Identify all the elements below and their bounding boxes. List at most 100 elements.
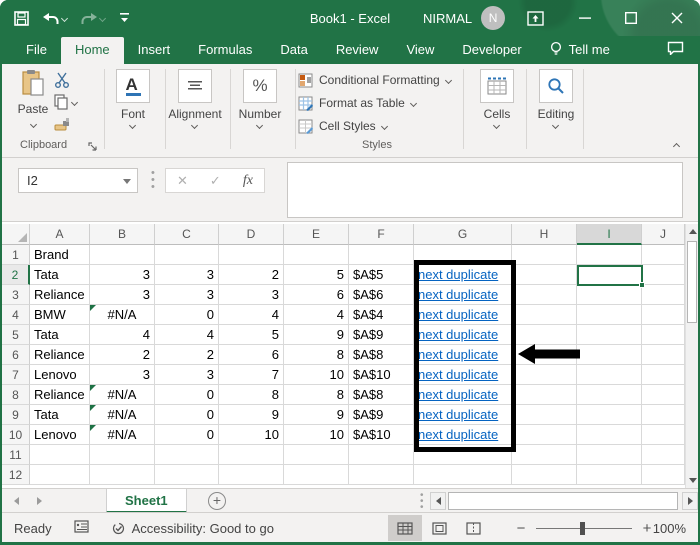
macro-record-icon[interactable] [74, 520, 89, 536]
cell-C6[interactable]: 2 [155, 345, 219, 365]
cells-button[interactable] [480, 69, 514, 103]
cell-J6[interactable] [642, 345, 685, 365]
cell-I7[interactable] [577, 365, 642, 385]
row-header-10[interactable]: 10 [2, 425, 30, 445]
scroll-up-icon[interactable] [686, 224, 698, 239]
cell-A10[interactable]: Lenovo [30, 425, 90, 445]
chevron-down-icon[interactable] [129, 122, 136, 129]
name-box[interactable]: I2 [18, 168, 138, 193]
tab-insert[interactable]: Insert [124, 37, 185, 64]
tab-file[interactable]: File [12, 37, 61, 64]
cell-E3[interactable]: 6 [284, 285, 349, 305]
formula-input[interactable] [287, 162, 683, 218]
tab-data[interactable]: Data [266, 37, 321, 64]
cell-C9[interactable]: 0 [155, 405, 219, 425]
select-all-corner[interactable] [2, 224, 30, 245]
cell-H4[interactable] [512, 305, 577, 325]
maximize-button[interactable] [608, 0, 654, 36]
cell-F10[interactable]: $A$10 [349, 425, 414, 445]
tab-home[interactable]: Home [61, 37, 124, 64]
cell-I3[interactable] [577, 285, 642, 305]
cell-E6[interactable]: 8 [284, 345, 349, 365]
insert-function-icon[interactable]: fx [243, 173, 253, 189]
cell-D4[interactable]: 4 [219, 305, 284, 325]
cell-B11[interactable] [90, 445, 155, 465]
cell-J2[interactable] [642, 265, 685, 285]
row-header-8[interactable]: 8 [2, 385, 30, 405]
cell-E4[interactable]: 4 [284, 305, 349, 325]
cell-B8[interactable]: #N/A [90, 385, 155, 405]
cell-H9[interactable] [512, 405, 577, 425]
cell-I9[interactable] [577, 405, 642, 425]
cell-H10[interactable] [512, 425, 577, 445]
row-header-1[interactable]: 1 [2, 245, 30, 265]
cell-J8[interactable] [642, 385, 685, 405]
cell-H5[interactable] [512, 325, 577, 345]
tell-me[interactable]: Tell me [536, 36, 620, 64]
cell-C5[interactable]: 4 [155, 325, 219, 345]
cell-F12[interactable] [349, 465, 414, 485]
vertical-scrollbar[interactable] [685, 224, 698, 488]
enter-icon[interactable]: ✓ [210, 173, 221, 189]
cell-C11[interactable] [155, 445, 219, 465]
row-header-5[interactable]: 5 [2, 325, 30, 345]
cell-I6[interactable] [577, 345, 642, 365]
cell-A12[interactable] [30, 465, 90, 485]
cell-J10[interactable] [642, 425, 685, 445]
cell-A3[interactable]: Reliance [30, 285, 90, 305]
close-button[interactable] [654, 0, 700, 36]
minimize-button[interactable] [562, 0, 608, 36]
cancel-icon[interactable]: ✕ [177, 173, 188, 189]
column-header-G[interactable]: G [414, 224, 512, 245]
sheet-nav-left-icon[interactable] [14, 497, 19, 505]
horizontal-scrollbar[interactable] [430, 492, 698, 510]
chevron-down-icon[interactable] [552, 122, 559, 129]
tab-view[interactable]: View [392, 37, 448, 64]
cell-H3[interactable] [512, 285, 577, 305]
cell-I10[interactable] [577, 425, 642, 445]
tab-review[interactable]: Review [322, 37, 393, 64]
cell-E1[interactable] [284, 245, 349, 265]
cell-E2[interactable]: 5 [284, 265, 349, 285]
horizontal-scrollbar-thumb[interactable] [448, 492, 678, 510]
avatar[interactable]: N [481, 6, 505, 30]
cell-I4[interactable] [577, 305, 642, 325]
column-header-E[interactable]: E [284, 224, 349, 245]
editing-button[interactable] [539, 69, 573, 103]
cell-H11[interactable] [512, 445, 577, 465]
column-header-H[interactable]: H [512, 224, 577, 245]
cell-I5[interactable] [577, 325, 642, 345]
cell-B4[interactable]: #N/A [90, 305, 155, 325]
cell-D8[interactable]: 8 [219, 385, 284, 405]
cell-B7[interactable]: 3 [90, 365, 155, 385]
cell-D2[interactable]: 2 [219, 265, 284, 285]
cell-J5[interactable] [642, 325, 685, 345]
sheet-nav-right-icon[interactable] [37, 497, 42, 505]
cell-A8[interactable]: Reliance [30, 385, 90, 405]
column-header-F[interactable]: F [349, 224, 414, 245]
cell-J12[interactable] [642, 465, 685, 485]
copy-button[interactable] [54, 94, 77, 110]
chevron-down-icon[interactable] [191, 122, 198, 129]
cell-F1[interactable] [349, 245, 414, 265]
cell-B12[interactable] [90, 465, 155, 485]
cell-C10[interactable]: 0 [155, 425, 219, 445]
cell-H2[interactable] [512, 265, 577, 285]
number-button[interactable]: % [243, 69, 277, 103]
cell-J4[interactable] [642, 305, 685, 325]
paste-button[interactable]: Paste [14, 69, 52, 130]
cell-J9[interactable] [642, 405, 685, 425]
cell-F5[interactable]: $A$9 [349, 325, 414, 345]
zoom-level[interactable]: 100% [653, 513, 686, 543]
cell-C2[interactable]: 3 [155, 265, 219, 285]
cell-C4[interactable]: 0 [155, 305, 219, 325]
sheet-tab-sheet1[interactable]: Sheet1 [106, 489, 187, 513]
cell-C8[interactable]: 0 [155, 385, 219, 405]
cell-B9[interactable]: #N/A [90, 405, 155, 425]
cell-E7[interactable]: 10 [284, 365, 349, 385]
cell-D11[interactable] [219, 445, 284, 465]
cell-F3[interactable]: $A$6 [349, 285, 414, 305]
cell-F11[interactable] [349, 445, 414, 465]
cell-D6[interactable]: 6 [219, 345, 284, 365]
cell-J7[interactable] [642, 365, 685, 385]
